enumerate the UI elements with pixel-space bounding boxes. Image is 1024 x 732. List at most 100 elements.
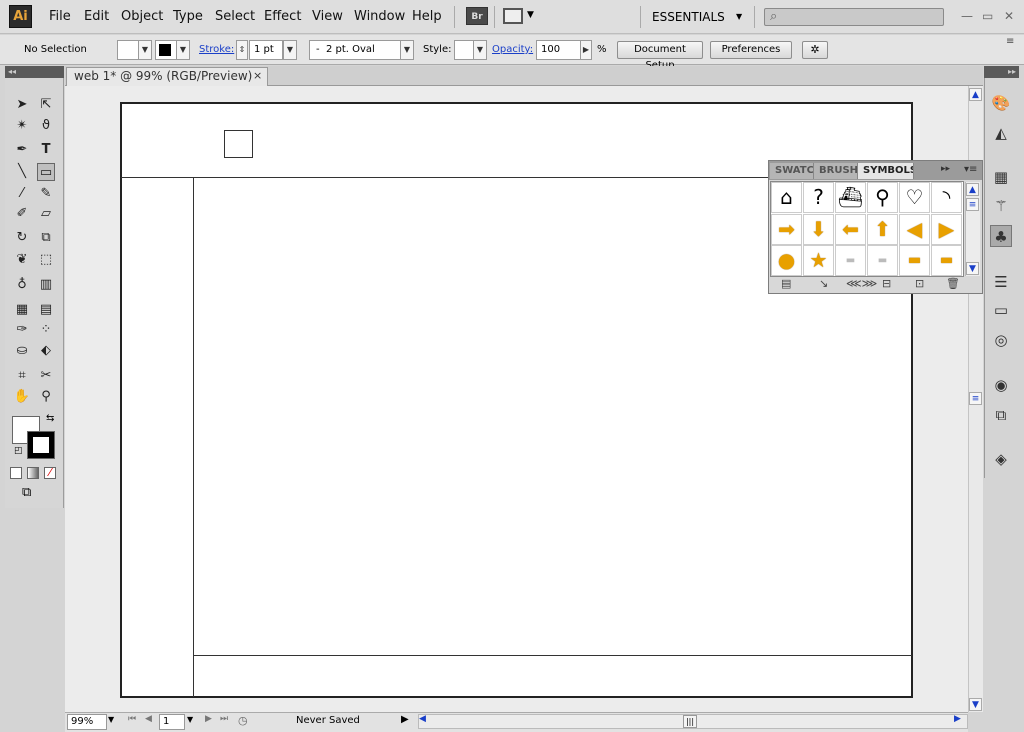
chevron-down-icon[interactable]: ▼ — [138, 40, 152, 60]
chevron-down-icon[interactable]: ▼ — [400, 40, 414, 60]
rss-icon[interactable]: ◝ — [931, 182, 962, 213]
triangle-left-icon[interactable]: ◀ — [899, 214, 930, 245]
tab-symbols[interactable]: SYMBOLS — [858, 163, 914, 179]
panel-menu-icon[interactable]: ▾≡ — [964, 164, 977, 175]
chevron-down-icon[interactable]: ▼ — [108, 715, 114, 724]
minimize-icon[interactable]: — — [961, 9, 973, 23]
swatches-panel-icon[interactable]: ▦ — [990, 166, 1012, 188]
live-paint-bucket-tool-icon[interactable]: ⛀ — [13, 342, 31, 360]
blend-tool-icon[interactable]: ⁘ — [37, 321, 55, 339]
eraser-tool-icon[interactable]: ▱ — [37, 205, 55, 223]
paintbrush-tool-icon[interactable]: ⁄ — [13, 185, 31, 203]
scroll-thumb[interactable]: ≡ — [969, 392, 982, 405]
screen-mode-icon[interactable]: ⧉ — [22, 485, 31, 500]
status-menu-icon[interactable]: ▶ — [401, 714, 409, 725]
menu-file[interactable]: File — [49, 9, 71, 24]
graphic-styles-panel-icon[interactable]: ⧉ — [990, 404, 1012, 426]
warp-tool-icon[interactable]: ❦ — [13, 251, 31, 269]
color-panel-icon[interactable]: 🎨 — [990, 92, 1012, 114]
bridge-button[interactable]: Br — [466, 7, 488, 25]
eyedropper-tool-icon[interactable]: ✑ — [13, 321, 31, 339]
gradient-tool-icon[interactable]: ▤ — [37, 301, 55, 319]
collapse-icon[interactable]: ◂◂ — [5, 66, 64, 78]
opacity-label[interactable]: Opacity: — [492, 44, 533, 55]
graph-tool-icon[interactable]: ▥ — [37, 276, 55, 294]
brush-definition-dropdown[interactable]: - 2 pt. Oval — [309, 40, 401, 60]
layers-panel-icon[interactable]: ◈ — [990, 448, 1012, 470]
prev-artboard-icon[interactable]: ◀ — [145, 714, 152, 724]
pencil-tool-icon[interactable]: ✎ — [37, 185, 55, 203]
expand-dock-icon[interactable]: ▸▸ — [984, 66, 1019, 78]
basket-icon[interactable]: ⛴ — [835, 182, 866, 213]
arrow-left-icon[interactable]: ⬅ — [835, 214, 866, 245]
next-artboard-icon[interactable]: ▶ — [205, 714, 212, 724]
lasso-tool-icon[interactable]: ϑ — [37, 117, 55, 135]
symbol-options-icon[interactable]: ⊟ — [882, 277, 891, 290]
hand-tool-icon[interactable]: ✋ — [13, 388, 31, 406]
menu-help[interactable]: Help — [412, 9, 442, 24]
scroll-down-icon[interactable]: ▼ — [966, 262, 979, 275]
default-fill-stroke-icon[interactable]: ◰ — [14, 446, 23, 456]
home-icon[interactable]: ⌂ — [771, 182, 802, 213]
new-symbol-icon[interactable]: ⊡ — [915, 277, 924, 290]
heart-icon[interactable]: ♡ — [899, 182, 930, 213]
zoom-tool-icon[interactable]: ⚲ — [37, 388, 55, 406]
scroll-right-icon[interactable]: ▶ — [954, 714, 961, 724]
bar-line-icon[interactable]: ▬ — [867, 245, 898, 276]
place-symbol-icon[interactable]: ↘ — [819, 277, 828, 290]
artboard-number-field[interactable]: 1 — [159, 714, 185, 730]
chevron-down-icon[interactable]: ▼ — [283, 40, 297, 60]
gradient-mode-icon[interactable] — [27, 467, 39, 479]
pen-tool-icon[interactable]: ✒ — [13, 141, 31, 159]
live-paint-selection-tool-icon[interactable]: ⬖ — [37, 342, 55, 360]
menu-view[interactable]: View — [312, 9, 343, 24]
panel-menu-icon[interactable]: ≡ — [1006, 36, 1014, 47]
close-icon[interactable]: ✕ — [1004, 9, 1014, 23]
arrow-up-icon[interactable]: ⬆ — [867, 214, 898, 245]
tab-swatches[interactable]: SWATCHES — [770, 163, 814, 179]
document-setup-button[interactable]: Document Setup — [617, 41, 703, 71]
rectangle-tool-icon[interactable]: ▭ — [37, 163, 55, 181]
scroll-up-icon[interactable]: ▲ — [969, 88, 982, 101]
arrow-right-icon[interactable]: ➡ — [771, 214, 802, 245]
brushes-panel-icon[interactable]: ⚚ — [990, 195, 1012, 217]
color-guide-icon[interactable]: ◭ — [990, 122, 1012, 144]
stroke-label[interactable]: Stroke: — [199, 44, 234, 55]
break-link-icon[interactable]: ⋘⋙ — [846, 277, 877, 290]
slice-tool-icon[interactable]: ✂ — [37, 367, 55, 385]
selection-tool-icon[interactable]: ➤ — [13, 96, 31, 114]
appearance-panel-icon[interactable]: ◉ — [990, 374, 1012, 396]
stroke-color-dropdown[interactable] — [155, 40, 177, 60]
color-mode-icon[interactable] — [10, 467, 22, 479]
direct-selection-tool-icon[interactable]: ⇱ — [37, 96, 55, 114]
document-tab[interactable]: web 1* @ 99% (RGB/Preview) — [66, 67, 268, 86]
rotate-tool-icon[interactable]: ↻ — [13, 229, 31, 247]
chevron-down-icon[interactable]: ▼ — [527, 10, 534, 20]
mesh-tool-icon[interactable]: ▦ — [13, 301, 31, 319]
graphic-style-dropdown[interactable] — [454, 40, 474, 60]
transparency-panel-icon[interactable]: ◎ — [990, 329, 1012, 351]
star-icon[interactable]: ★ — [803, 245, 834, 276]
chevron-down-icon[interactable]: ▼ — [176, 40, 190, 60]
wand-icon[interactable]: ✲ — [802, 41, 828, 59]
symbols-panel-icon[interactable]: ♣ — [990, 225, 1012, 247]
swap-fill-stroke-icon[interactable]: ⇆ — [46, 413, 54, 424]
scroll-thumb[interactable]: ||| — [683, 715, 697, 728]
magic-wand-tool-icon[interactable]: ✴ — [13, 117, 31, 135]
last-artboard-icon[interactable]: ⏭ — [220, 714, 228, 724]
triangle-right-icon[interactable]: ▶ — [931, 214, 962, 245]
zoom-field[interactable]: 99% — [67, 714, 107, 730]
blob-brush-tool-icon[interactable]: ✐ — [13, 205, 31, 223]
free-transform-tool-icon[interactable]: ⬚ — [37, 251, 55, 269]
scroll-down-icon[interactable]: ▼ — [969, 698, 982, 711]
menu-type[interactable]: Type — [173, 9, 203, 24]
gradient-panel-icon[interactable]: ▭ — [990, 299, 1012, 321]
stroke-panel-icon[interactable]: ☰ — [990, 271, 1012, 293]
stroke-weight-field[interactable]: 1 pt — [249, 40, 283, 60]
logo-placeholder-rect[interactable] — [224, 130, 253, 158]
symbol-libraries-icon[interactable]: ▤ — [781, 277, 791, 290]
arrange-documents-icon[interactable] — [503, 8, 523, 24]
scroll-thumb[interactable]: ≡ — [966, 198, 979, 211]
line-tool-icon[interactable]: ╲ — [13, 163, 31, 181]
fill-color-dropdown[interactable] — [117, 40, 139, 60]
